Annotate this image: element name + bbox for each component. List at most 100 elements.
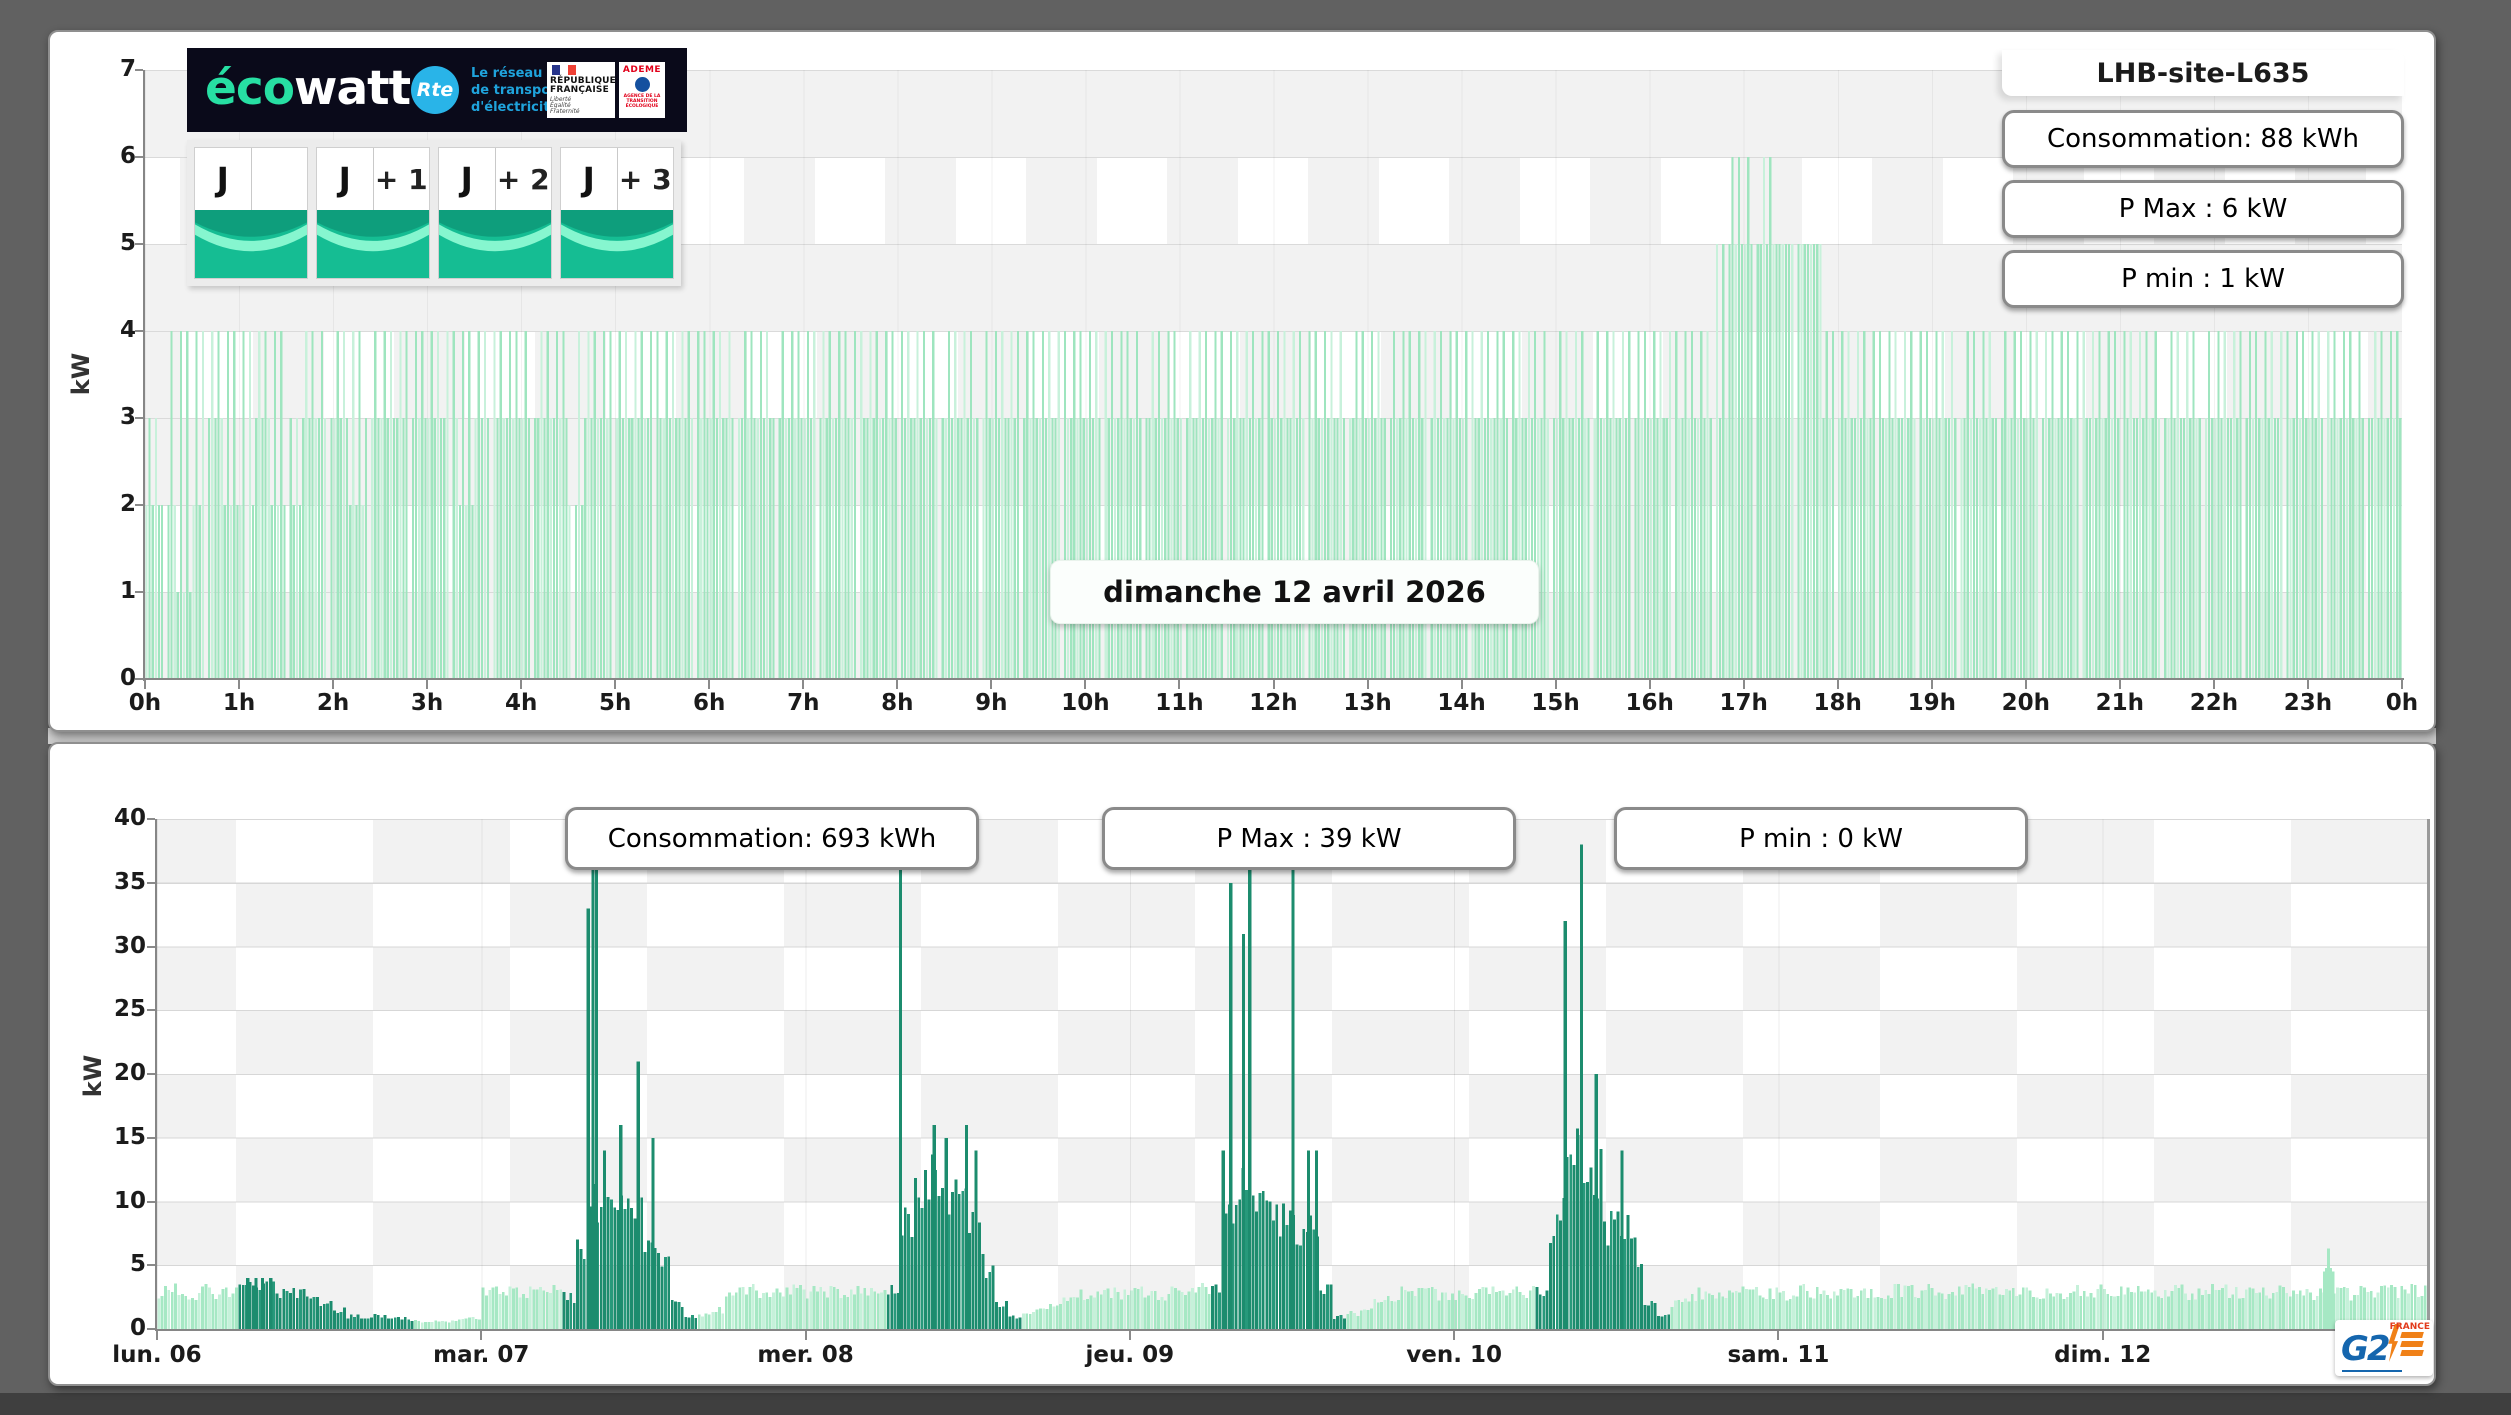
y-tick-mark (135, 330, 143, 332)
y-tick-label: 0 (129, 1315, 146, 1341)
chart-right-border (2427, 819, 2430, 1329)
x-tick-label: lun. 06 (112, 1342, 202, 1368)
y-axis-line (155, 819, 157, 1331)
x-tick-mark (802, 680, 805, 689)
x-tick-label: mer. 08 (757, 1342, 854, 1368)
x-tick-mark (1453, 1331, 1456, 1340)
day-button-offset: + 3 (618, 162, 672, 196)
window-bottom-bar (0, 1393, 2511, 1415)
green-signal-wave-icon (195, 210, 307, 278)
rf-motto-text: Liberté Égalité Fraternité (550, 96, 580, 115)
g2e-text: G2 (2341, 1329, 2391, 1369)
x-tick-mark (1836, 680, 1839, 689)
y-tick-label: 1 (119, 578, 136, 604)
x-tick-mark (2101, 1331, 2104, 1340)
x-tick-mark (990, 680, 993, 689)
day-button-label: J (195, 148, 252, 210)
g2e-france-logo: G2 FRANCE (2335, 1320, 2433, 1376)
y-tick-label: 35 (113, 868, 146, 895)
stat-badge: P Max : 6 kW (2002, 180, 2404, 238)
y-tick-label: 30 (113, 932, 146, 959)
x-tick-mark (896, 680, 899, 689)
x-tick-label: sam. 11 (1727, 1342, 1830, 1368)
stat-badge: Consommation: 693 kWh (565, 807, 979, 870)
x-tick-mark (2306, 680, 2309, 689)
day-button-j+1[interactable]: J + 1 (316, 147, 430, 279)
y-tick-mark (147, 1328, 155, 1330)
ademe-subtitle: AGENCE DE LA TRANSITION ÉCOLOGIQUE (623, 94, 661, 109)
x-tick-mark (1084, 680, 1087, 689)
y-axis-line (143, 70, 145, 681)
y-tick-mark (135, 69, 143, 71)
g2e-tagline-line (2342, 1370, 2402, 1372)
stat-badge: P min : 1 kW (2002, 250, 2404, 308)
y-tick-label: 5 (129, 1251, 146, 1278)
x-tick-mark (1777, 1331, 1780, 1340)
g2e-france-text: FRANCE (2389, 1322, 2430, 1332)
y-tick-label: 7 (119, 56, 136, 82)
y-tick-label: 5 (119, 230, 136, 256)
y-tick-label: 0 (119, 665, 136, 691)
y-tick-mark (135, 591, 143, 593)
x-tick-mark (1366, 680, 1369, 689)
x-tick-mark (1930, 680, 1933, 689)
day-button-j[interactable]: J (194, 147, 308, 279)
rte-logo: Rte (411, 66, 459, 114)
x-tick-label: jeu. 09 (1085, 1342, 1175, 1368)
x-tick-mark (614, 680, 617, 689)
x-tick-label: 0h (2385, 690, 2419, 716)
x-tick-label: dim. 12 (2054, 1342, 2152, 1368)
y-tick-label: 15 (113, 1123, 146, 1150)
weekly-chart-panel: 0 5 10 15 20 25 30 35 40 lun. 06 mar. 07 mer. 08 je… (48, 742, 2436, 1386)
day-button-j+2[interactable]: J + 2 (438, 147, 552, 279)
x-tick-mark (804, 1331, 807, 1340)
y-tick-label: 2 (119, 491, 136, 517)
ecowatt-eco-text: éco (205, 61, 295, 116)
g2e-e-icon (2400, 1332, 2424, 1356)
y-axis-unit-label: kW (67, 352, 96, 396)
y-tick-label: 10 (113, 1187, 146, 1214)
day-button-j+3[interactable]: J + 3 (560, 147, 674, 279)
y-tick-mark (135, 678, 143, 680)
x-tick-mark (238, 680, 241, 689)
republique-francaise-text: RÉPUBLIQUE FRANÇAISE (550, 76, 617, 95)
ademe-text: ADEME (622, 65, 662, 75)
x-axis-line (155, 1329, 2429, 1331)
day-button-label: J (317, 148, 374, 210)
y-tick-mark (147, 1073, 155, 1075)
x-tick-mark (1554, 680, 1557, 689)
y-tick-mark (147, 1200, 155, 1203)
x-tick-mark (1178, 680, 1181, 689)
x-tick-mark (156, 1331, 158, 1340)
ecowatt-wordmark: écowatt (205, 61, 411, 116)
green-signal-wave-icon (317, 210, 429, 278)
day-button-offset (252, 148, 308, 210)
x-tick-mark (708, 680, 711, 689)
republique-francaise-logo: RÉPUBLIQUE FRANÇAISE Liberté Égalité Frat… (547, 62, 617, 118)
x-tick-mark (2118, 680, 2121, 689)
y-tick-mark (135, 417, 143, 419)
x-tick-mark (1648, 680, 1651, 689)
y-tick-mark (135, 156, 143, 158)
stat-badge: Consommation: 88 kWh (2002, 110, 2404, 168)
x-tick-mark (1460, 680, 1463, 689)
x-tick-mark (520, 680, 523, 689)
dashboard: 01234567 0h 1h 2h 3h 4h 5h 6h 7h 8h 9h 10h 11h 12h 13… (0, 0, 2511, 1415)
x-tick-mark (1128, 1331, 1131, 1340)
y-tick-label: 4 (119, 317, 136, 343)
y-tick-label: 40 (113, 805, 146, 831)
y-axis-unit-label: kW (79, 1054, 108, 1098)
y-tick-mark (147, 1264, 155, 1267)
x-tick-mark (480, 1331, 483, 1340)
ecowatt-day-buttons: J J + 1 J + 2 J + 3 (187, 140, 681, 286)
y-tick-mark (135, 243, 143, 245)
x-tick-mark (144, 680, 146, 689)
x-tick-label: mar. 07 (433, 1342, 530, 1368)
y-tick-mark (147, 1009, 155, 1012)
day-button-offset: + 1 (374, 162, 428, 196)
x-tick-mark (2401, 680, 2403, 689)
ademe-logo: ADEME AGENCE DE LA TRANSITION ÉCOLOGIQUE (619, 62, 665, 118)
date-label: dimanche 12 avril 2026 (1050, 560, 1539, 624)
y-tick-label: 3 (119, 404, 136, 430)
ecowatt-logo: écowatt Rte Le réseau de transport d'élect… (187, 48, 687, 132)
